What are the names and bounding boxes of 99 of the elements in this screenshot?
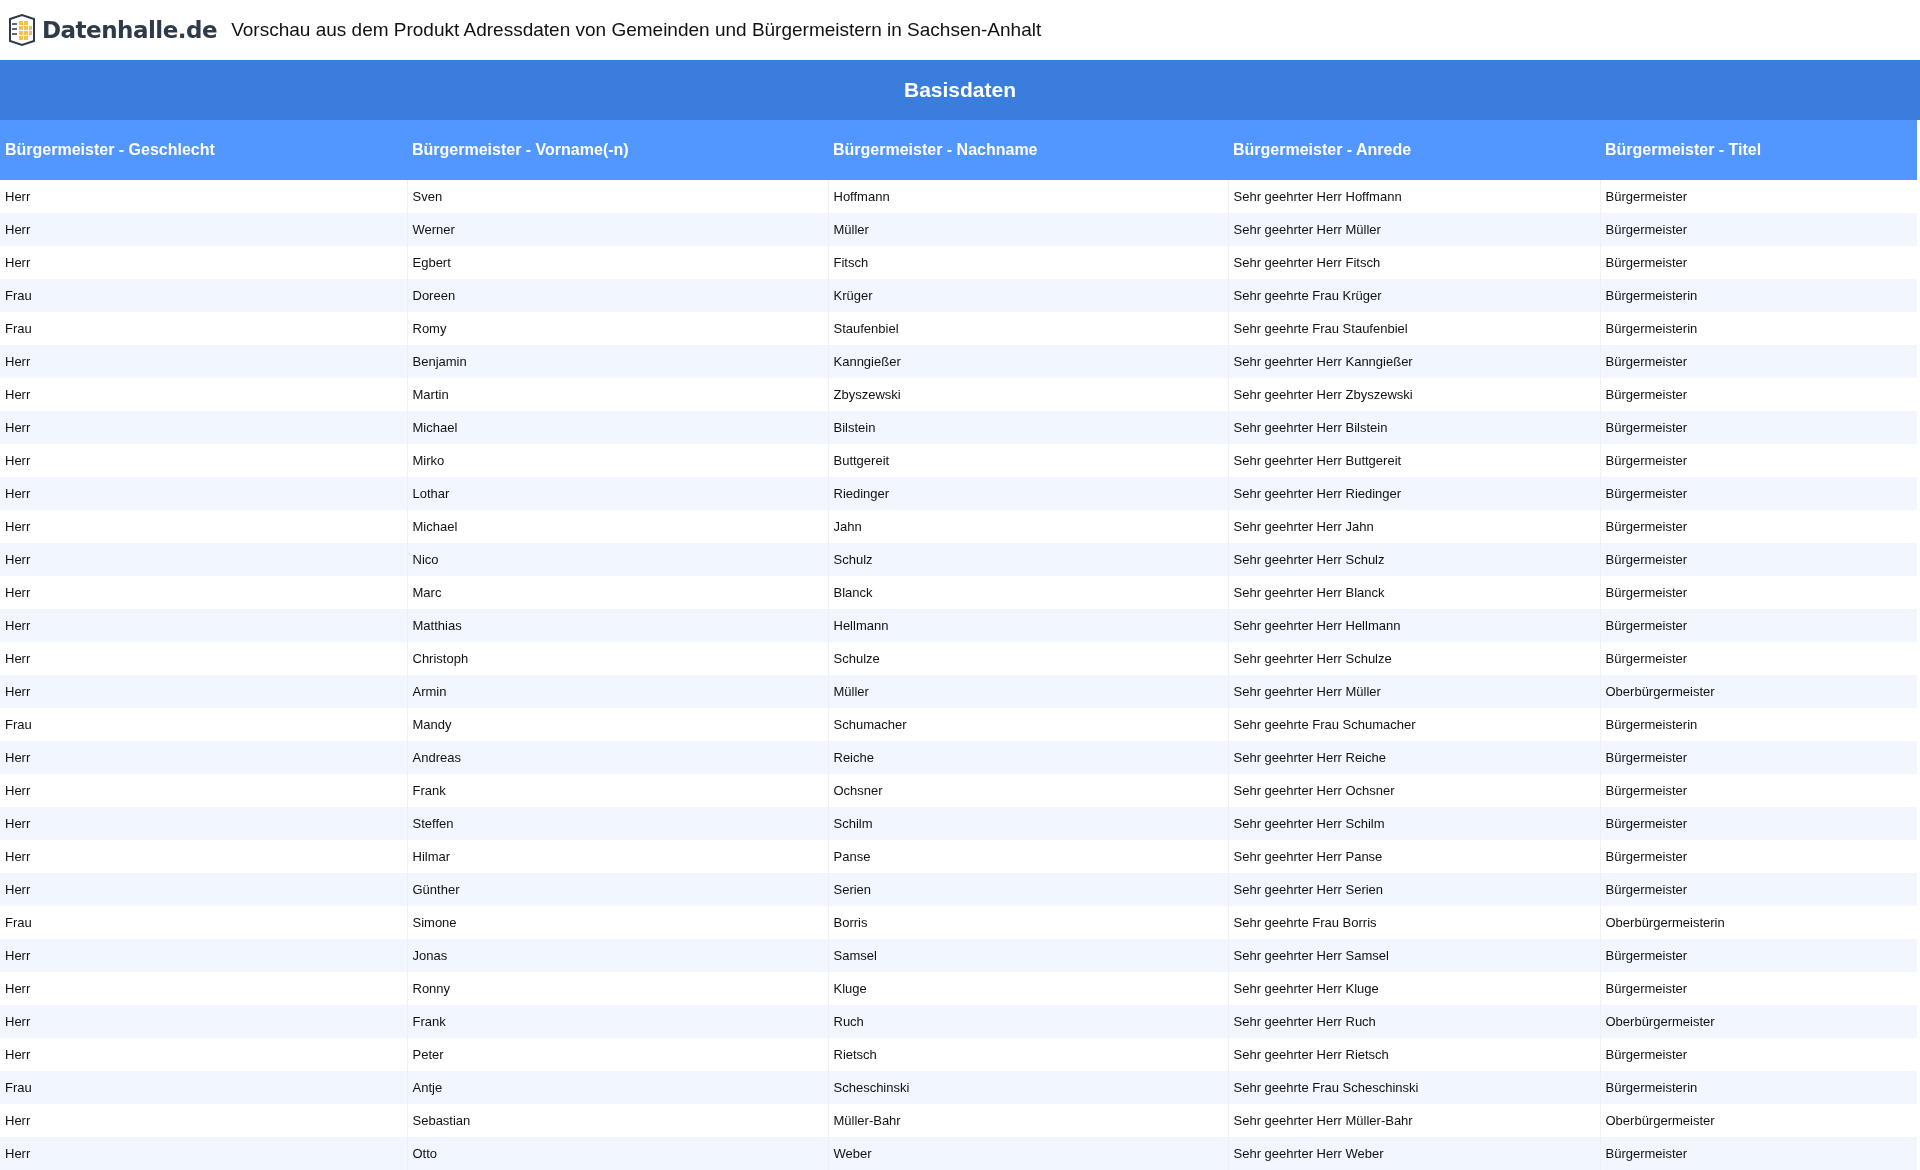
table-cell: Frau <box>0 906 407 939</box>
table-cell: Herr <box>0 840 407 873</box>
table-cell: Reiche <box>828 741 1228 774</box>
column-header: Bürgermeister - Vorname(-n) <box>407 120 828 180</box>
table-cell: Sehr geehrter Herr Samsel <box>1228 939 1600 972</box>
table-cell: Sehr geehrter Herr Serien <box>1228 873 1600 906</box>
table-cell: Armin <box>407 675 828 708</box>
table-cell: Hellmann <box>828 609 1228 642</box>
logo-icon <box>6 13 38 47</box>
table-cell: Frau <box>0 279 407 312</box>
table-cell: Herr <box>0 378 407 411</box>
table-cell: Herr <box>0 675 407 708</box>
table-cell: Bürgermeister <box>1600 807 1917 840</box>
table-cell: Sehr geehrter Herr Hellmann <box>1228 609 1600 642</box>
table-cell: Herr <box>0 444 407 477</box>
table-cell: Sehr geehrter Herr Ruch <box>1228 1005 1600 1038</box>
table-cell: Lothar <box>407 477 828 510</box>
table-cell: Sehr geehrter Herr Riedinger <box>1228 477 1600 510</box>
table-cell: Herr <box>0 1137 407 1170</box>
table-cell: Herr <box>0 1104 407 1137</box>
table-cell: Sehr geehrte Frau Krüger <box>1228 279 1600 312</box>
table-cell: Werner <box>407 213 828 246</box>
table-cell: Samsel <box>828 939 1228 972</box>
table-cell: Schulz <box>828 543 1228 576</box>
table-cell: Sehr geehrter Herr Bilstein <box>1228 411 1600 444</box>
table-cell: Herr <box>0 345 407 378</box>
table-cell: Bürgermeister <box>1600 741 1917 774</box>
table-cell: Sehr geehrter Herr Kanngießer <box>1228 345 1600 378</box>
table-cell: Sehr geehrte Frau Scheschinski <box>1228 1071 1600 1104</box>
table-cell: Herr <box>0 180 407 213</box>
table-cell: Herr <box>0 543 407 576</box>
table-cell: Bilstein <box>828 411 1228 444</box>
table-cell: Frau <box>0 708 407 741</box>
table-cell: Bürgermeister <box>1600 609 1917 642</box>
table-cell: Weber <box>828 1137 1228 1170</box>
table-cell: Bürgermeisterin <box>1600 1071 1917 1104</box>
table-cell: Riedinger <box>828 477 1228 510</box>
table-cell: Bürgermeister <box>1600 477 1917 510</box>
table-cell: Bürgermeister <box>1600 345 1917 378</box>
table-cell: Bürgermeister <box>1600 213 1917 246</box>
column-header: Bürgermeister - Geschlecht <box>0 120 407 180</box>
table-cell: Krüger <box>828 279 1228 312</box>
table-cell: Frau <box>0 1071 407 1104</box>
table-cell: Frau <box>0 312 407 345</box>
column-header: Bürgermeister - Nachname <box>828 120 1228 180</box>
table-cell: Schilm <box>828 807 1228 840</box>
table-cell: Jonas <box>407 939 828 972</box>
table-cell: Sehr geehrter Herr Reiche <box>1228 741 1600 774</box>
table-cell: Antje <box>407 1071 828 1104</box>
table-cell: Herr <box>0 1005 407 1038</box>
table-cell: Bürgermeister <box>1600 543 1917 576</box>
table-cell: Herr <box>0 972 407 1005</box>
table-cell: Herr <box>0 477 407 510</box>
table-cell: Herr <box>0 246 407 279</box>
logo-text[interactable]: Datenhalle.de <box>42 17 218 43</box>
table-cell: Michael <box>407 411 828 444</box>
table-cell: Herr <box>0 741 407 774</box>
table-cell: Sehr geehrter Herr Müller <box>1228 675 1600 708</box>
table-cell: Bürgermeisterin <box>1600 279 1917 312</box>
table-cell: Kanngießer <box>828 345 1228 378</box>
table-cell: Doreen <box>407 279 828 312</box>
table-cell: Steffen <box>407 807 828 840</box>
table-cell: Herr <box>0 1038 407 1071</box>
table-cell: Oberbürgermeister <box>1600 675 1917 708</box>
table-cell: Frank <box>407 1005 828 1038</box>
table-cell: Sehr geehrter Herr Schilm <box>1228 807 1600 840</box>
table-cell: Müller <box>828 675 1228 708</box>
section-title: Basisdaten <box>0 60 1920 120</box>
table-cell: Herr <box>0 642 407 675</box>
table-cell: Bürgermeister <box>1600 939 1917 972</box>
table-cell: Sehr geehrter Herr Schulz <box>1228 543 1600 576</box>
table-cell: Matthias <box>407 609 828 642</box>
table-cell: Scheschinski <box>828 1071 1228 1104</box>
table-cell: Oberbürgermeister <box>1600 1005 1917 1038</box>
table-cell: Otto <box>407 1137 828 1170</box>
table-cell: Ruch <box>828 1005 1228 1038</box>
column-header: Bürgermeister - Anrede <box>1228 120 1600 180</box>
table-cell: Herr <box>0 411 407 444</box>
page-title: Vorschau aus dem Produkt Adressdaten von Gemeinden und Bürgermeistern in Sachsen-Anhalt <box>231 19 1042 41</box>
table-cell: Herr <box>0 510 407 543</box>
table-cell: Benjamin <box>407 345 828 378</box>
table-cell: Bürgermeister <box>1600 411 1917 444</box>
table-cell: Müller <box>828 213 1228 246</box>
table-cell: Nico <box>407 543 828 576</box>
table-cell: Herr <box>0 774 407 807</box>
table-cell: Andreas <box>407 741 828 774</box>
table-cell: Herr <box>0 939 407 972</box>
table-cell: Günther <box>407 873 828 906</box>
table-cell: Sehr geehrter Herr Weber <box>1228 1137 1600 1170</box>
table-cell: Herr <box>0 609 407 642</box>
table-cell: Sehr geehrter Herr Müller <box>1228 213 1600 246</box>
table-cell: Bürgermeister <box>1600 1137 1917 1170</box>
table-cell: Bürgermeister <box>1600 873 1917 906</box>
column-header: Bürgermeister - Titel <box>1600 120 1917 180</box>
table-cell: Serien <box>828 873 1228 906</box>
table-cell: Herr <box>0 873 407 906</box>
table-cell: Herr <box>0 807 407 840</box>
table-cell: Herr <box>0 576 407 609</box>
table-cell: Herr <box>0 213 407 246</box>
